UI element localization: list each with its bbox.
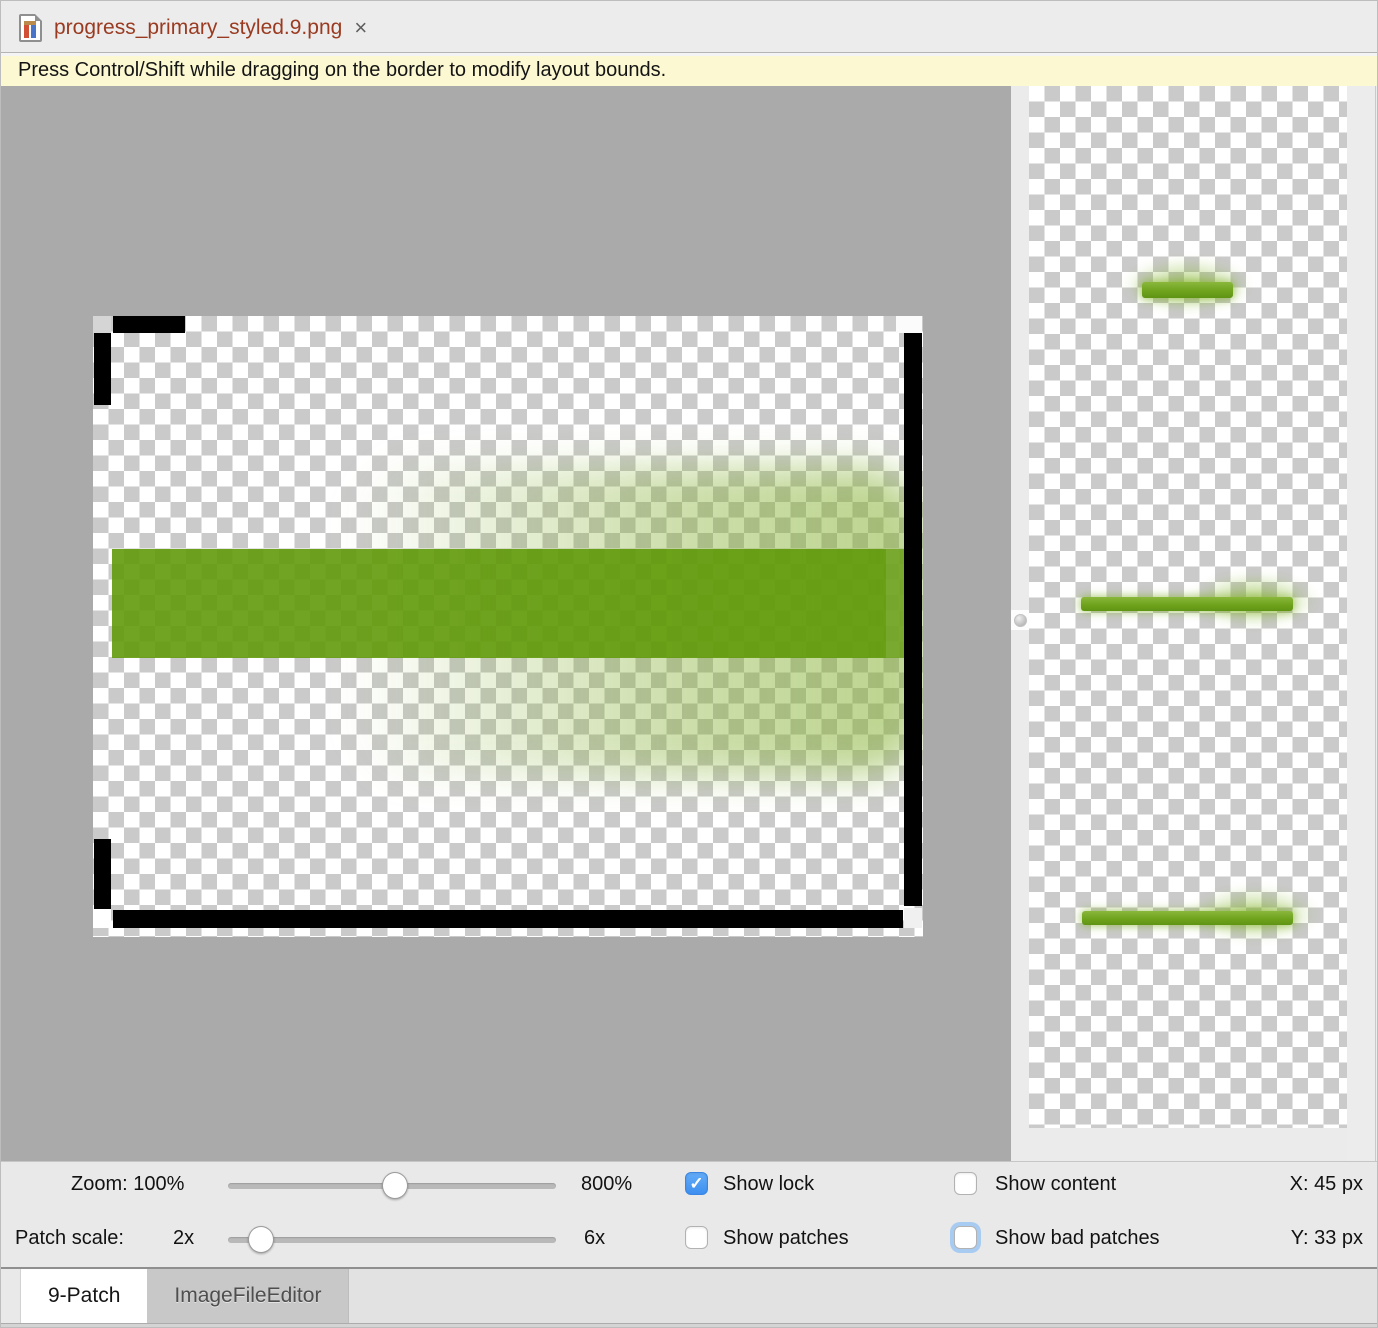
stretch-marker-top[interactable] [113, 316, 185, 333]
show-content-label[interactable]: Show content [995, 1173, 1116, 1196]
padding-marker-bottom[interactable] [113, 910, 903, 928]
file-tab[interactable]: progress_primary_styled.9.png × [19, 7, 367, 49]
preview-panel-footer [1029, 1128, 1347, 1161]
nine-patch-editor-window: progress_primary_styled.9.png × Press Co… [0, 0, 1378, 1328]
hint-text: Press Control/Shift while dragging on th… [18, 59, 666, 81]
control-panel: Zoom: 100% 800% ✓ Show lock Show content… [1, 1161, 1377, 1267]
corner-pixel-top-left [93, 316, 111, 333]
corner-pixel-top-right [896, 316, 922, 333]
tab-9-patch[interactable]: 9-Patch [21, 1269, 147, 1323]
show-patches-checkbox[interactable] [685, 1226, 708, 1249]
hint-bar: Press Control/Shift while dragging on th… [1, 56, 1377, 86]
right-gutter [1347, 86, 1378, 1161]
zoom-value-label: Zoom: 100% [71, 1173, 184, 1196]
tab-strip-gutter [1, 1269, 21, 1323]
patch-scale-slider[interactable] [228, 1237, 556, 1243]
cursor-x-label: X: 45 px [1213, 1173, 1363, 1196]
show-content-checkbox[interactable] [954, 1172, 977, 1195]
patch-preview-panel [1029, 86, 1347, 1128]
editor-canvas[interactable] [1, 86, 1011, 1161]
patch-scale-min-label: 2x [173, 1227, 194, 1250]
show-patches-label[interactable]: Show patches [723, 1227, 849, 1250]
patch-scale-slider-thumb[interactable] [248, 1226, 274, 1253]
image-file-icon [19, 14, 42, 42]
panel-splitter[interactable] [1011, 86, 1029, 1161]
show-bad-patches-label[interactable]: Show bad patches [995, 1227, 1160, 1250]
preview-bar-medium [1081, 597, 1293, 611]
window-bottom-edge [1, 1323, 1377, 1328]
corner-pixel-bottom-left [93, 909, 111, 928]
patch-scale-label: Patch scale: [15, 1227, 124, 1250]
patch-scale-max-label: 6x [584, 1227, 605, 1250]
zoom-max-label: 800% [581, 1173, 632, 1196]
show-lock-checkbox[interactable]: ✓ [685, 1172, 708, 1195]
tab-image-file-editor[interactable]: ImageFileEditor [147, 1269, 349, 1323]
preview-bar-bottom [1082, 911, 1293, 925]
splitter-handle[interactable] [1011, 610, 1029, 630]
stretch-marker-left-lower[interactable] [94, 839, 111, 909]
check-icon: ✓ [689, 1175, 703, 1192]
progress-bar-graphic [112, 549, 904, 658]
corner-pixel-bottom-right [904, 908, 922, 928]
nine-patch-image[interactable] [93, 316, 923, 937]
close-tab-icon[interactable]: × [354, 18, 367, 38]
file-tab-title: progress_primary_styled.9.png [54, 16, 342, 40]
zoom-slider-thumb[interactable] [382, 1172, 408, 1199]
cursor-y-label: Y: 33 px [1213, 1227, 1363, 1250]
editor-tab-bar: progress_primary_styled.9.png × [1, 1, 1377, 53]
progress-bar-endcap [886, 549, 904, 658]
view-tab-strip: 9-Patch ImageFileEditor [1, 1267, 1377, 1323]
preview-bar-small [1142, 282, 1233, 298]
stretch-marker-left-upper[interactable] [94, 333, 111, 405]
show-bad-patches-checkbox[interactable] [954, 1226, 977, 1249]
splitter-handle-icon [1014, 614, 1027, 627]
right-gutter-line [1375, 86, 1376, 1161]
show-lock-label[interactable]: Show lock [723, 1173, 814, 1196]
zoom-slider[interactable] [228, 1183, 556, 1189]
padding-marker-right[interactable] [904, 333, 922, 906]
